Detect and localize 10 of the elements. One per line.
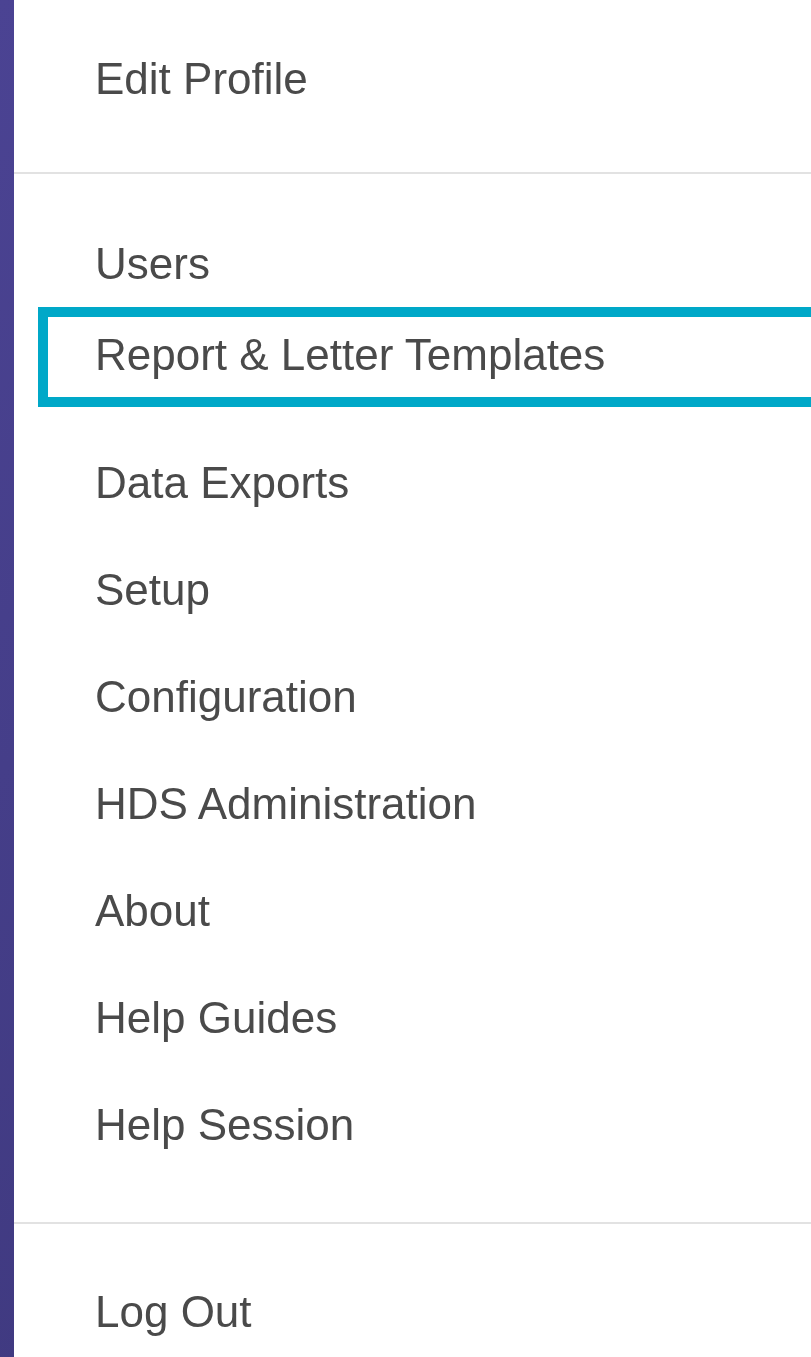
menu-item[interactable]: Setup xyxy=(14,536,811,643)
menu-item[interactable]: About xyxy=(14,857,811,964)
menu-item[interactable]: Help Session xyxy=(14,1071,811,1178)
menu-item[interactable]: Report & Letter Templates xyxy=(38,307,811,407)
menu-item[interactable]: Data Exports xyxy=(14,429,811,536)
menu-item[interactable]: Edit Profile xyxy=(14,25,811,132)
menu-item[interactable]: HDS Administration xyxy=(14,750,811,857)
menu-item[interactable]: Log Out xyxy=(14,1258,811,1357)
menu-item[interactable]: Help Guides xyxy=(14,964,811,1071)
menu-item[interactable]: Configuration xyxy=(14,643,811,750)
